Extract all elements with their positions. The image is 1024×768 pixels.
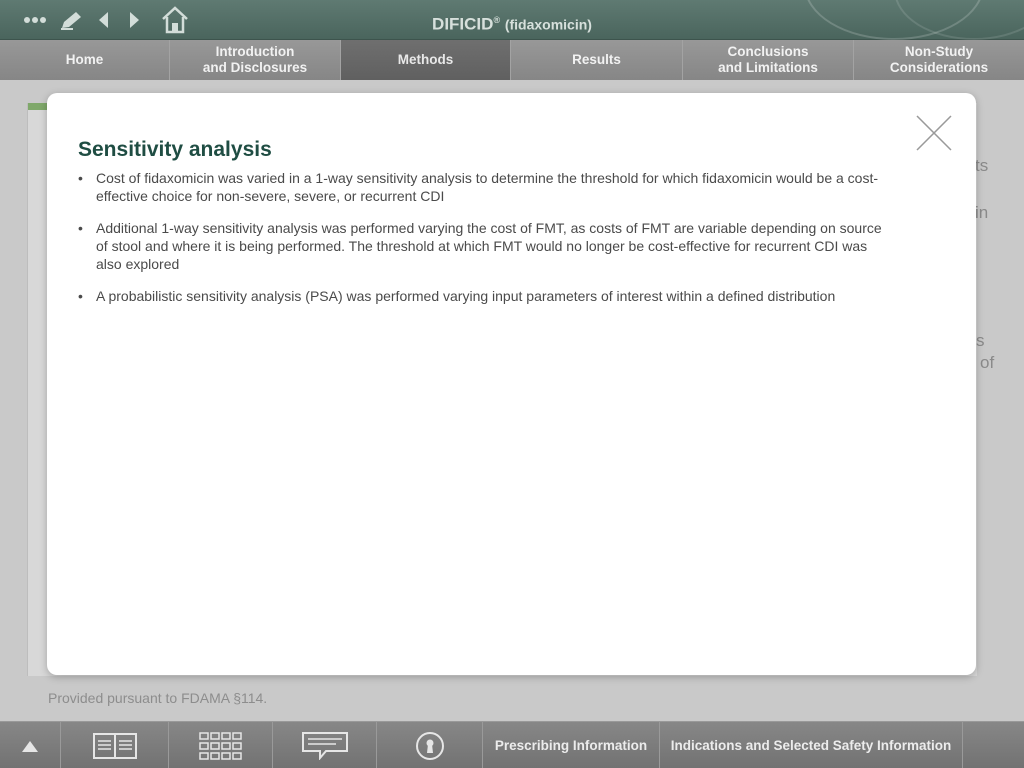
grid-icon[interactable] bbox=[169, 722, 273, 768]
tab-label: and Disclosures bbox=[202, 60, 308, 75]
tab-label: and Limitations bbox=[718, 60, 818, 75]
forward-icon[interactable] bbox=[124, 0, 146, 40]
tab-label: Considerations bbox=[889, 60, 989, 75]
book-icon[interactable] bbox=[61, 722, 169, 768]
list-item: A probabilistic sensitivity analysis (PS… bbox=[78, 287, 893, 305]
registered-mark: ® bbox=[493, 15, 501, 25]
back-icon[interactable] bbox=[92, 0, 114, 40]
tab-label: Methods bbox=[397, 52, 454, 67]
title-bar: DIFICID® (fidaxomicin) bbox=[0, 0, 1024, 40]
generic-name: (fidaxomicin) bbox=[504, 16, 592, 33]
tab-results[interactable]: Results bbox=[511, 40, 683, 80]
tab-conclusions[interactable]: Conclusions and Limitations bbox=[683, 40, 854, 80]
collapse-up-icon[interactable] bbox=[0, 722, 61, 768]
bullet-list: Cost of fidaxomicin was varied in a 1-wa… bbox=[78, 169, 893, 319]
more-icon[interactable] bbox=[20, 0, 50, 40]
tab-introduction[interactable]: Introduction and Disclosures bbox=[170, 40, 341, 80]
tab-label: Introduction bbox=[215, 44, 295, 59]
main-nav: Home Introduction and Disclosures Methods… bbox=[0, 40, 1024, 80]
button-label: Indications and Selected Safety Informat… bbox=[670, 738, 952, 753]
notes-icon[interactable] bbox=[273, 722, 377, 768]
modal-title: Sensitivity analysis bbox=[78, 138, 272, 161]
tab-non-study[interactable]: Non-Study Considerations bbox=[854, 40, 1024, 80]
keyhole-icon[interactable] bbox=[377, 722, 483, 768]
background-text-fragment: in bbox=[975, 203, 989, 222]
pencil-icon[interactable] bbox=[58, 0, 86, 40]
footer-note: Provided pursuant to FDAMA §114. bbox=[48, 690, 268, 706]
sensitivity-analysis-modal: Sensitivity analysis Cost of fidaxomicin… bbox=[47, 93, 976, 675]
home-icon[interactable] bbox=[158, 0, 192, 40]
tab-home[interactable]: Home bbox=[0, 40, 170, 80]
background-text-fragment: s bbox=[976, 331, 985, 350]
list-item: Cost of fidaxomicin was varied in a 1-wa… bbox=[78, 169, 893, 205]
background-text-fragment: of bbox=[980, 353, 995, 372]
tab-label: Results bbox=[572, 52, 621, 67]
bottom-toolbar: Prescribing Information Indications and … bbox=[0, 721, 1024, 768]
tab-label: Non-Study bbox=[904, 44, 974, 59]
tab-methods[interactable]: Methods bbox=[341, 40, 511, 80]
tab-label: Home bbox=[65, 52, 104, 67]
tab-label: Conclusions bbox=[727, 44, 809, 59]
list-item: Additional 1-way sensitivity analysis wa… bbox=[78, 219, 893, 273]
prescribing-information-button[interactable]: Prescribing Information bbox=[483, 722, 660, 768]
close-icon[interactable] bbox=[915, 114, 953, 152]
brand-name: DIFICID bbox=[432, 14, 494, 34]
background-text-fragment: ts bbox=[975, 156, 989, 175]
safety-information-button[interactable]: Indications and Selected Safety Informat… bbox=[660, 722, 963, 768]
button-label: Prescribing Information bbox=[494, 738, 648, 753]
